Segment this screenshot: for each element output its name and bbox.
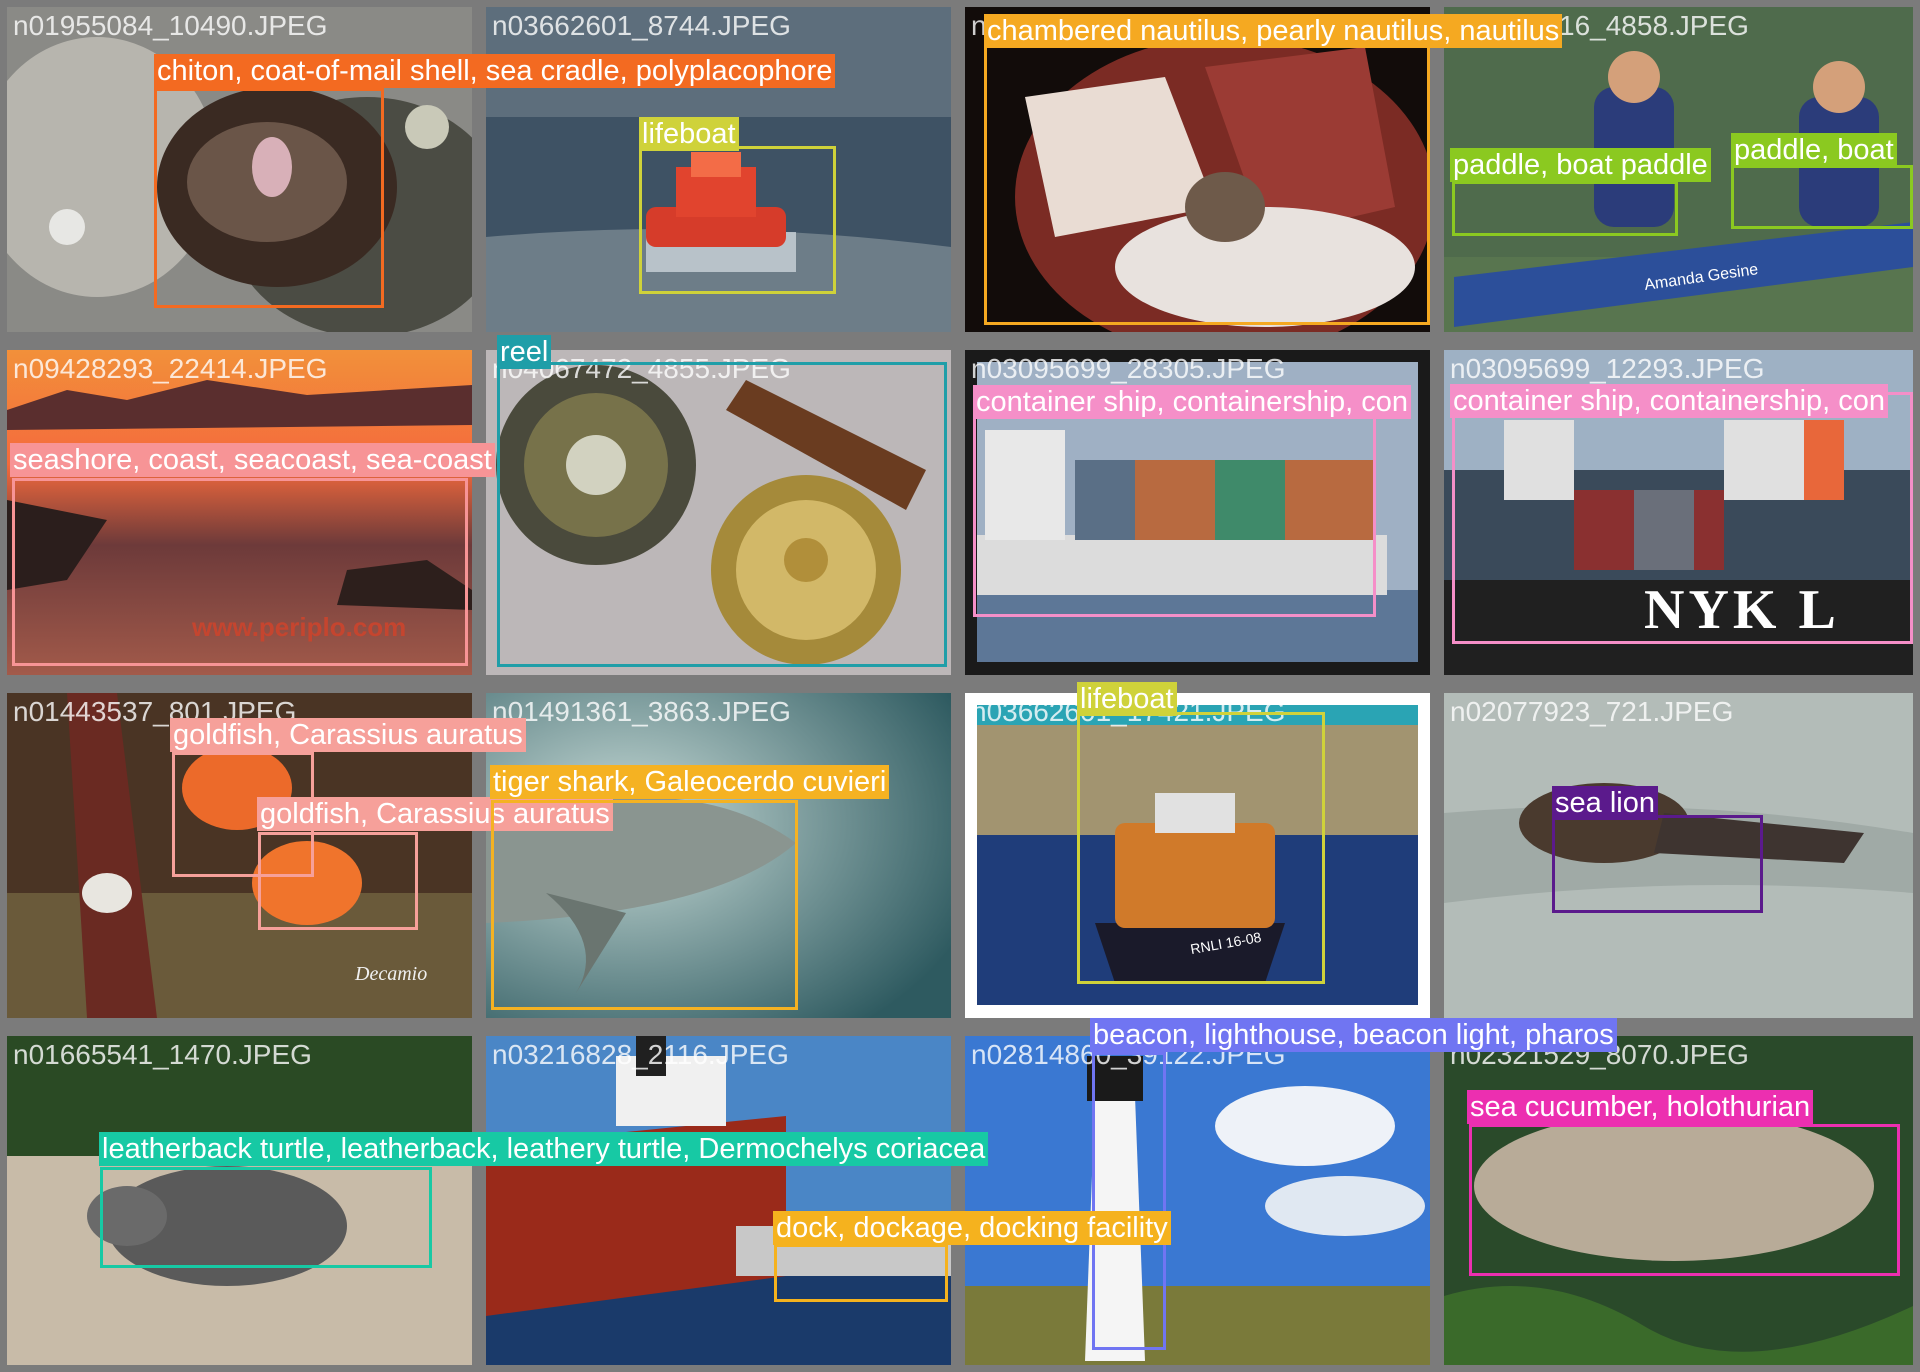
sea-cucumber-photo	[1444, 1036, 1913, 1365]
lighthouse-photo	[965, 1036, 1430, 1365]
turtle-photo	[7, 1036, 472, 1365]
tile-container-1: n03095699_28305.JPEG	[965, 350, 1430, 675]
tile-goldfish: n01443537_801.JPEG Decamio	[7, 693, 472, 1018]
tile-dock: n03216828_2116.JPEG	[486, 1036, 951, 1365]
shark-photo	[486, 693, 951, 1018]
chiton-photo	[7, 7, 472, 332]
container-ship-photo	[965, 350, 1430, 675]
tile-sea-lion: n02077923_721.JPEG	[1444, 693, 1913, 1018]
tile-lifeboat-1: n03662601_8744.JPEG	[486, 7, 951, 332]
tile-reel: n04067472_4855.JPEG	[486, 350, 951, 675]
tile-seashore: n09428293_22414.JPEG www.periplo.com	[7, 350, 472, 675]
tile-beacon: n02814860_39122.JPEG	[965, 1036, 1430, 1365]
tile-lifeboat-2: n03662601_17421.JPEG RNLI 16-08	[965, 693, 1430, 1018]
lifeboat-photo	[965, 693, 1430, 1018]
lifeboat-photo	[486, 7, 951, 332]
tile-chiton: n01955084_10490.JPEG	[7, 7, 472, 332]
tile-paddle: n03873416_4858.JPEG Amanda Gesine	[1444, 7, 1913, 332]
nautilus-photo	[965, 7, 1430, 332]
sea-lion-photo	[1444, 693, 1913, 1018]
ship-hull-text: NYK L	[1644, 579, 1840, 641]
reel-photo	[486, 350, 951, 675]
signature-text: Decamio	[355, 963, 428, 985]
image-grid: n01955084_10490.JPEG n03662601_8744.JPEG…	[0, 0, 1920, 1372]
tile-sea-cucumber: n02321529_8070.JPEG	[1444, 1036, 1913, 1365]
tile-nautilus: n01955084_8898.JPEG	[965, 7, 1430, 332]
tile-tiger-shark: n01491361_3863.JPEG	[486, 693, 951, 1018]
tile-turtle: n01665541_1470.JPEG	[7, 1036, 472, 1365]
tile-container-2: n03095699_12293.JPEG NYK L	[1444, 350, 1913, 675]
watermark-text: www.periplo.com	[192, 612, 407, 642]
dock-photo	[486, 1036, 951, 1365]
